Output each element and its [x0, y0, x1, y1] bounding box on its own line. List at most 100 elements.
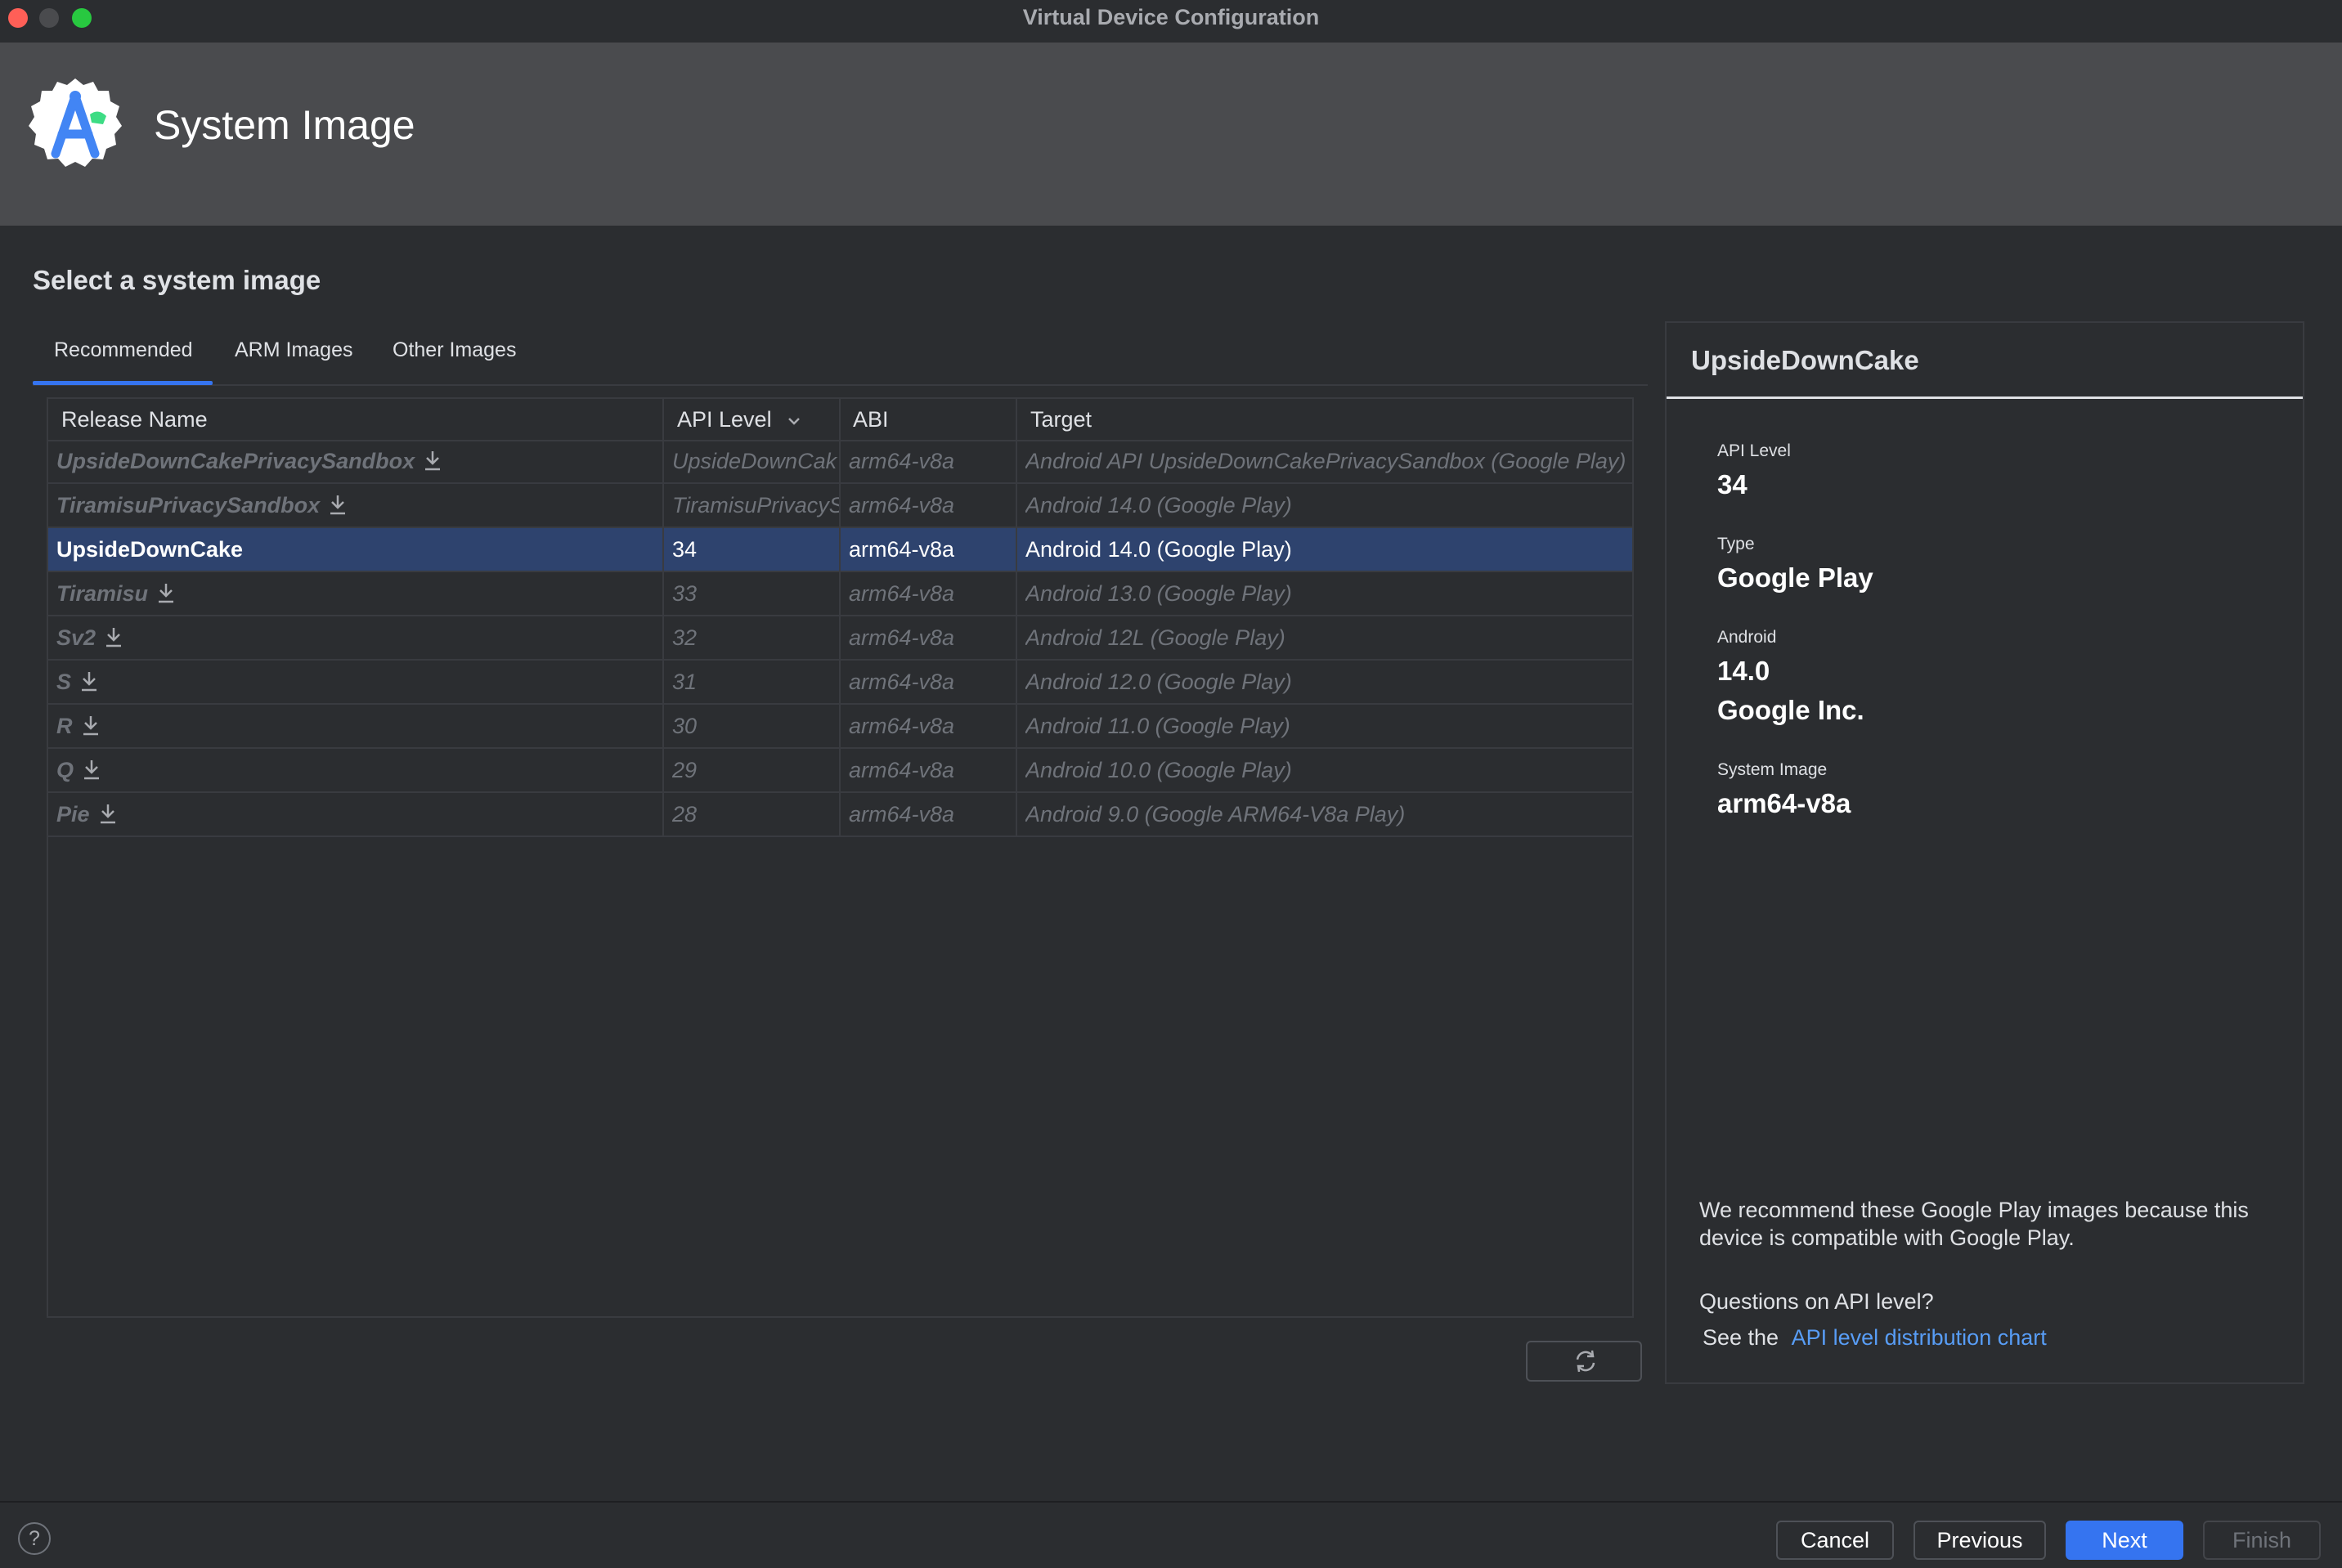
see-the-text: See the: [1703, 1325, 1779, 1350]
release-name-cell: UpsideDownCakePrivacySandbox: [56, 440, 662, 482]
section-title: Select a system image: [33, 265, 321, 295]
refresh-button[interactable]: [1526, 1341, 1642, 1382]
tab-recommended[interactable]: Recommended: [54, 338, 193, 362]
abi-cell: arm64-v8a: [849, 572, 1017, 615]
api-level-cell-text: 32: [672, 625, 698, 650]
details-divider: [1667, 396, 2303, 399]
target-cell-text: Android 10.0 (Google Play): [1025, 758, 1292, 782]
active-tab-indicator: [33, 381, 213, 385]
api-question-text: Questions on API level?: [1699, 1289, 1934, 1314]
type-label: Type: [1717, 535, 1755, 553]
api-level-cell: UpsideDownCak: [672, 440, 841, 482]
tab-arm-images[interactable]: ARM Images: [235, 338, 352, 362]
tab-other-images[interactable]: Other Images: [393, 338, 516, 362]
next-button[interactable]: Next: [2066, 1521, 2183, 1560]
window-title: Virtual Device Configuration: [1022, 5, 1320, 29]
abi-cell-text: arm64-v8a: [849, 758, 955, 782]
download-icon[interactable]: [423, 449, 442, 472]
release-name-cell: R: [56, 705, 662, 747]
target-cell: Android 14.0 (Google Play): [1025, 484, 1631, 526]
api-level-cell: 28: [672, 793, 841, 836]
api-level-cell-text: 34: [672, 537, 698, 562]
cancel-button[interactable]: Cancel: [1776, 1521, 1894, 1560]
abi-cell: arm64-v8a: [849, 793, 1017, 836]
download-icon[interactable]: [156, 581, 176, 604]
release-name-cell-text: UpsideDownCake: [56, 537, 244, 562]
target-cell: Android 13.0 (Google Play): [1025, 572, 1631, 615]
api-level-cell: TiramisuPrivacyS: [672, 484, 841, 526]
column-separator: [1016, 397, 1017, 837]
finish-button[interactable]: Finish: [2203, 1521, 2321, 1560]
column-header-release-name[interactable]: Release Name: [61, 401, 208, 438]
api-level-cell: 34: [672, 528, 841, 571]
tab-divider: [33, 384, 1648, 386]
target-cell-text: Android 12L (Google Play): [1025, 625, 1285, 650]
page-title: System Image: [154, 102, 415, 148]
column-header-abi[interactable]: ABI: [853, 401, 889, 438]
target-cell-text: Android 9.0 (Google ARM64-V8a Play): [1025, 802, 1406, 827]
android-version-value: 14.0: [1717, 656, 1770, 686]
abi-cell: arm64-v8a: [849, 484, 1017, 526]
target-cell-text: Android 11.0 (Google Play): [1025, 714, 1290, 738]
system-image-label: System Image: [1717, 760, 1828, 779]
abi-cell-text: arm64-v8a: [849, 670, 955, 694]
release-name-cell: TiramisuPrivacySandbox: [56, 484, 662, 526]
release-name-cell-text: Q: [56, 758, 74, 782]
api-level-cell: 30: [672, 705, 841, 747]
target-cell: Android 10.0 (Google Play): [1025, 749, 1631, 791]
target-cell: Android 11.0 (Google Play): [1025, 705, 1631, 747]
download-icon[interactable]: [104, 625, 123, 648]
sort-descending-icon: [788, 417, 800, 425]
api-level-distribution-link[interactable]: API level distribution chart: [1792, 1325, 2047, 1350]
api-level-cell-text: 29: [672, 758, 698, 782]
recommendation-text-line-2: device is compatible with Google Play.: [1699, 1225, 2075, 1250]
abi-cell-text: arm64-v8a: [849, 449, 955, 473]
api-level-cell-text: 28: [672, 802, 698, 827]
help-button[interactable]: ?: [18, 1522, 51, 1555]
target-cell-text: Android 13.0 (Google Play): [1025, 581, 1292, 606]
column-header-api-level[interactable]: API Level: [677, 401, 802, 438]
abi-cell: arm64-v8a: [849, 749, 1017, 791]
details-title: UpsideDownCake: [1691, 345, 1919, 375]
abi-cell: arm64-v8a: [849, 440, 1017, 482]
abi-cell: arm64-v8a: [849, 661, 1017, 703]
release-name-cell-text: Pie: [56, 802, 90, 827]
release-name-cell-text: S: [56, 670, 72, 694]
abi-cell: arm64-v8a: [849, 705, 1017, 747]
abi-cell-text: arm64-v8a: [849, 625, 955, 650]
abi-cell: arm64-v8a: [849, 528, 1017, 571]
target-cell: Android 9.0 (Google ARM64-V8a Play): [1025, 793, 1631, 836]
api-level-cell-text: 33: [672, 581, 698, 606]
column-separator: [662, 397, 664, 837]
api-level-cell: 31: [672, 661, 841, 703]
release-name-cell-text: UpsideDownCakePrivacySandbox: [56, 449, 415, 473]
target-cell-text: Android 14.0 (Google Play): [1025, 537, 1292, 562]
api-level-cell: 32: [672, 616, 841, 659]
release-name-cell: UpsideDownCake: [56, 528, 662, 571]
api-level-cell-text: UpsideDownCak: [672, 449, 837, 473]
target-cell-text: Android 14.0 (Google Play): [1025, 493, 1292, 517]
target-cell: Android 12L (Google Play): [1025, 616, 1631, 659]
column-header-target[interactable]: Target: [1030, 401, 1092, 438]
download-icon[interactable]: [98, 802, 118, 825]
type-value: Google Play: [1717, 562, 1873, 593]
release-name-cell-text: TiramisuPrivacySandbox: [56, 493, 321, 517]
download-icon[interactable]: [79, 670, 99, 692]
release-name-cell: S: [56, 661, 662, 703]
vendor-value: Google Inc.: [1717, 695, 1864, 725]
release-name-cell: Pie: [56, 793, 662, 836]
previous-button[interactable]: Previous: [1914, 1521, 2046, 1560]
abi-cell-text: arm64-v8a: [849, 493, 955, 517]
download-icon[interactable]: [82, 758, 101, 781]
api-level-value: 34: [1717, 469, 1748, 500]
target-cell: Android 12.0 (Google Play): [1025, 661, 1631, 703]
download-icon[interactable]: [81, 714, 101, 737]
api-level-cell: 29: [672, 749, 841, 791]
android-studio-logo-icon: [26, 75, 124, 173]
download-icon[interactable]: [328, 493, 348, 516]
recommendation-text-line-1: We recommend these Google Play images be…: [1699, 1198, 2249, 1222]
abi-cell-text: arm64-v8a: [849, 581, 955, 606]
target-cell-text: Android API UpsideDownCakePrivacySandbox…: [1025, 449, 1626, 473]
abi-cell-text: arm64-v8a: [849, 802, 955, 827]
api-level-cell: 33: [672, 572, 841, 615]
